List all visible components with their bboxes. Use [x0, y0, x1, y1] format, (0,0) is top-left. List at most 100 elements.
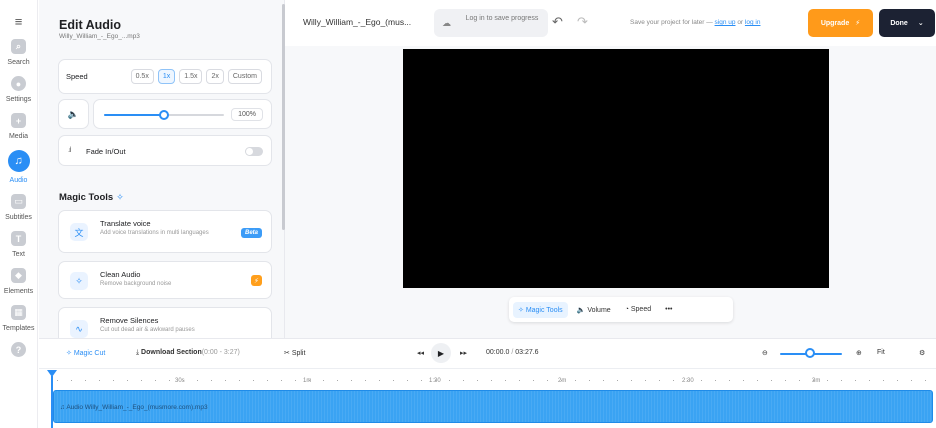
upgrade-button[interactable]: Upgrade ⚡	[808, 9, 873, 37]
ruler-dot	[141, 380, 142, 381]
ruler-dot	[253, 380, 254, 381]
speed-option-2x[interactable]: 2x	[206, 69, 224, 84]
volume-slider-knob[interactable]	[159, 110, 169, 120]
more-options-icon[interactable]: •••	[660, 302, 677, 317]
login-to-save-button[interactable]: ☁ Log in to save progress	[434, 9, 548, 37]
speed-label: Speed	[66, 72, 88, 81]
help-icon: ?	[11, 342, 26, 357]
speed-option-1x[interactable]: 1x	[157, 69, 176, 84]
undo-icon[interactable]: ↶	[552, 14, 563, 30]
speed-button[interactable]: ◔ Speed	[620, 302, 656, 317]
ruler-dot	[631, 380, 632, 381]
ruler-dot	[701, 380, 702, 381]
rail-item-templates[interactable]: ▦ Templates	[0, 305, 38, 332]
done-button[interactable]: Done ⌄	[879, 9, 935, 37]
hamburger-icon[interactable]: ≡	[15, 14, 23, 29]
audio-track-clip[interactable]: ♫ Audio Willy_William_-_Ego_(musmore.com…	[53, 390, 933, 423]
ruler-dot	[127, 380, 128, 381]
rail-item-help[interactable]: ?	[0, 342, 38, 357]
video-preview[interactable]	[403, 49, 829, 288]
text-icon: T	[11, 231, 26, 246]
ruler-dot	[897, 380, 898, 381]
panel-title: Edit Audio	[59, 18, 122, 32]
magic-cut-button[interactable]: ✧ Magic Cut	[66, 349, 105, 357]
volume-label: Volume	[587, 306, 611, 314]
volume-slider-box: 100%	[93, 99, 272, 129]
ruler-dot	[799, 380, 800, 381]
ruler-label: 3m	[812, 378, 821, 384]
translate-icon: 文	[70, 223, 88, 241]
music-note-icon: ♫	[7, 150, 30, 172]
playhead[interactable]	[51, 376, 53, 428]
redo-icon[interactable]: ↷	[577, 14, 588, 30]
volume-button[interactable]: 🔈 Volume	[572, 302, 616, 318]
save-note: Save your project for later — sign up or…	[630, 19, 760, 26]
download-section-button[interactable]: ⤓ Download Section(0:00 - 3:27)	[136, 349, 240, 357]
ruler-dot	[407, 380, 408, 381]
volume-slider-fill	[104, 114, 164, 116]
rail-item-media[interactable]: + Media	[0, 113, 38, 140]
rail-item-text[interactable]: T Text	[0, 231, 38, 258]
rail-item-elements[interactable]: ◆ Elements	[0, 268, 38, 295]
ruler-dot	[309, 380, 310, 381]
volume-slider[interactable]	[104, 110, 224, 120]
elements-icon: ◆	[11, 268, 26, 283]
fit-button[interactable]: Fit	[877, 349, 885, 356]
magic-cut-label: Magic Cut	[73, 350, 106, 357]
rail-item-label: Templates	[2, 325, 35, 332]
rail-item-audio[interactable]: ♫ Audio	[0, 150, 38, 184]
project-name[interactable]: Willy_William_-_Ego_(mus...	[303, 17, 411, 27]
ruler-dot	[519, 380, 520, 381]
fast-forward-icon[interactable]: ▸▸	[460, 349, 467, 357]
beta-badge: Beta	[240, 228, 262, 238]
tool-title: Translate voice	[100, 219, 151, 228]
fade-toggle[interactable]	[245, 147, 263, 156]
zoom-out-icon[interactable]: ⊖	[762, 349, 768, 357]
cloud-off-icon: ☁	[442, 18, 451, 28]
ruler-label: 1:30	[429, 378, 441, 384]
tool-remove-silences[interactable]: ∿ Remove Silences Cut out dead air & awk…	[58, 307, 272, 338]
speed-option-0-5x[interactable]: 0.5x	[130, 69, 154, 84]
ruler-dot	[547, 380, 548, 381]
rail-item-search[interactable]: ⌕ Search	[0, 39, 38, 66]
templates-icon: ▦	[11, 305, 26, 320]
timeline-settings-icon[interactable]: ⚙	[919, 349, 925, 357]
ruler-dot	[561, 380, 562, 381]
top-header: Willy_William_-_Ego_(mus... ☁ Log in to …	[285, 0, 936, 46]
audio-filename: Willy_William_-_Ego_...mp3	[59, 33, 140, 40]
rail-item-settings[interactable]: ● Settings	[0, 76, 38, 103]
ruler-dot	[925, 380, 926, 381]
magic-tools-button[interactable]: ✧ Magic Tools	[513, 301, 568, 318]
zoom-in-icon[interactable]: ⊕	[856, 349, 862, 357]
magic-tools-label: Magic Tools	[525, 306, 563, 314]
download-range: (0:00 - 3:27)	[201, 349, 240, 356]
ruler-dot	[771, 380, 772, 381]
speed-option-custom[interactable]: Custom	[227, 69, 262, 84]
timeline-controls: ✧ Magic Cut ⤓ Download Section(0:00 - 3:…	[39, 338, 936, 368]
volume-percent[interactable]: 100%	[231, 108, 263, 121]
tool-translate-voice[interactable]: 文 Translate voice Add voice translations…	[58, 210, 272, 253]
timeline-ruler[interactable]: 30s 1m 1:30 2m 2:30 3m	[39, 368, 936, 390]
time-display: 00:00.0 / 03:27.6	[486, 349, 539, 356]
ruler-dot	[155, 380, 156, 381]
speaker-icon[interactable]: 🔈	[58, 99, 89, 129]
rail-item-subtitles[interactable]: ▭ Subtitles	[0, 194, 38, 221]
track-label: ♫ Audio Willy_William_-_Ego_(musmore.com…	[60, 404, 208, 411]
rail-item-label: Subtitles	[5, 214, 32, 221]
zoom-slider-knob[interactable]	[805, 348, 815, 358]
rewind-icon[interactable]: ◂◂	[417, 349, 424, 357]
ruler-dot	[183, 380, 184, 381]
sign-up-link[interactable]: sign up	[715, 19, 736, 26]
log-in-link[interactable]: log in	[745, 19, 761, 26]
ruler-dot	[449, 380, 450, 381]
speed-label: Speed	[630, 306, 652, 313]
speed-option-1-5x[interactable]: 1.5x	[179, 69, 203, 84]
play-icon[interactable]: ▶	[431, 343, 451, 363]
split-button[interactable]: ✂ Split	[284, 349, 305, 357]
ruler-dot	[239, 380, 240, 381]
lightning-icon: ⚡	[251, 275, 262, 286]
tool-clean-audio[interactable]: ✧ Clean Audio Remove background noise ⚡	[58, 261, 272, 299]
fade-bars-icon: .ıl	[68, 147, 72, 154]
ruler-dot	[99, 380, 100, 381]
tool-title: Remove Silences	[100, 316, 159, 325]
